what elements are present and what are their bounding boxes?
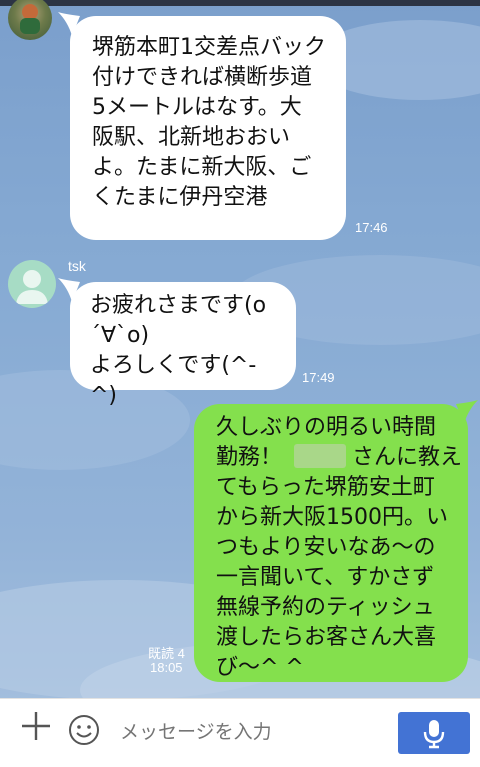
message-bubble-sent[interactable]: 久しぶりの明るい時間 勤務！ さんに教え てもらった堺筋安土町 から新大阪1500…: [194, 404, 468, 682]
message-line: 勤務！ さんに教え: [216, 444, 463, 470]
message-line: てもらった堺筋安土町: [216, 475, 435, 500]
message-line: 無線予約のティッシュ: [216, 595, 435, 620]
message-input[interactable]: [118, 714, 382, 750]
message-line: 渡したらお客さん大喜: [216, 625, 437, 650]
message-line: 久しぶりの明るい時間: [216, 415, 437, 440]
message-timestamp: 17:49: [302, 370, 335, 385]
contact-avatar[interactable]: [8, 0, 52, 40]
message-line: び〜^ ^: [216, 655, 304, 680]
message-timestamp: 18:05: [150, 660, 183, 675]
avatar-photo: [20, 4, 40, 34]
message-bubble-received[interactable]: お疲れさまです(o ´∀`o) よろしくです(^-^): [70, 282, 296, 408]
microphone-icon: [423, 720, 445, 749]
sender-name: tsk: [68, 258, 86, 274]
voice-button[interactable]: [398, 712, 470, 754]
message-line: 一言聞いて、すかさず: [216, 565, 435, 590]
message-line: つもより安いなあ〜の: [216, 535, 436, 560]
redacted-name: [294, 444, 347, 468]
smiley-icon[interactable]: [68, 714, 100, 746]
message-timestamp: 17:46: [355, 220, 388, 235]
message-bubble-received[interactable]: 堺筋本町1交差点バック 付けできれば横断歩道 5メートルはなす。大 阪駅、北新地…: [70, 16, 346, 240]
default-user-icon: [16, 270, 48, 304]
status-bar-edge: [0, 0, 480, 6]
contact-avatar-tsk[interactable]: [8, 260, 56, 308]
message-line: から新大阪1500円。い: [216, 505, 448, 530]
plus-icon[interactable]: [20, 710, 52, 742]
